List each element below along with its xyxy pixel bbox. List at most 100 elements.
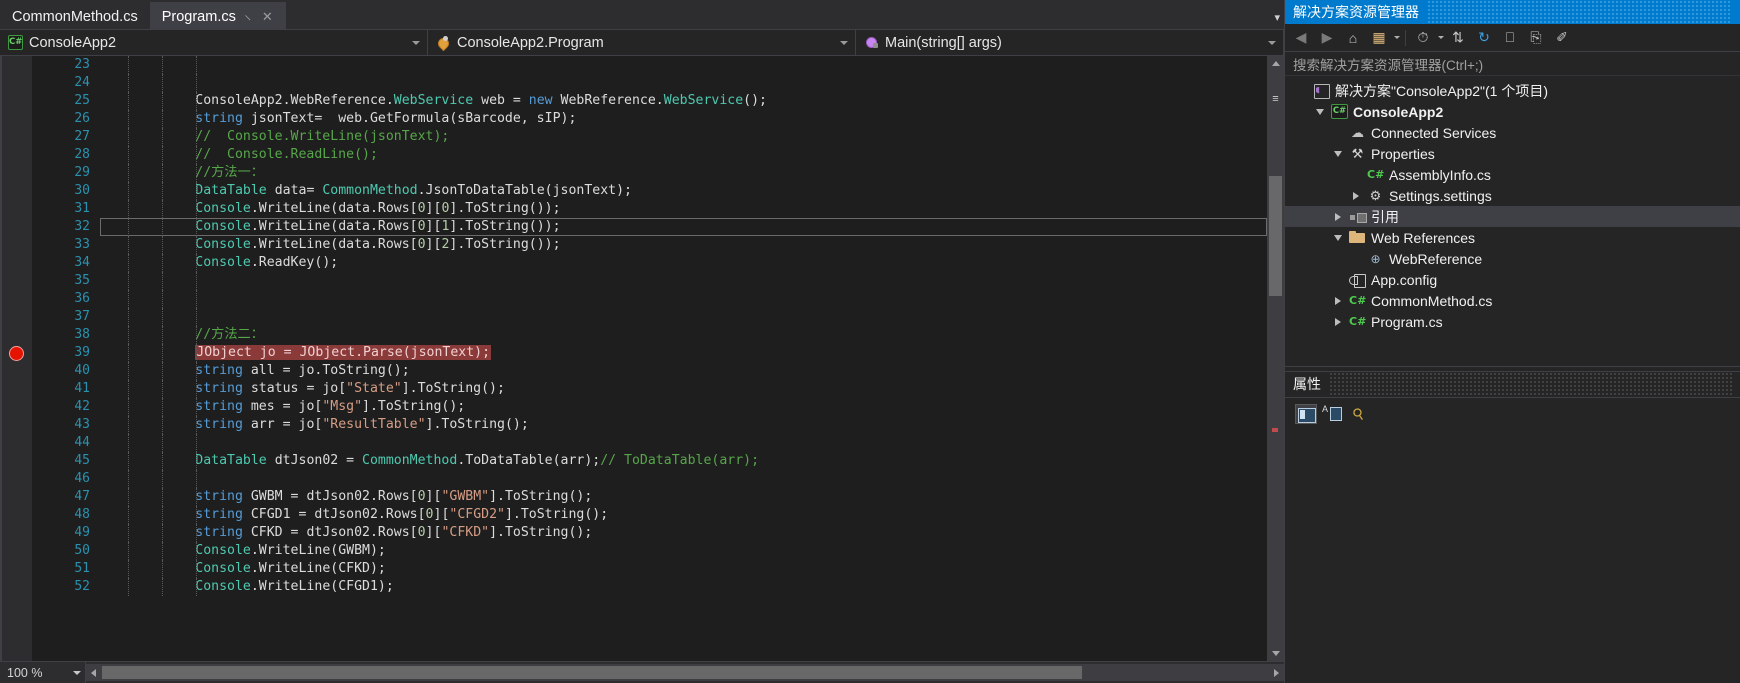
breakpoint-margin[interactable] [0,56,32,661]
code-line[interactable] [100,434,1267,452]
alphabetical-view-icon[interactable] [1321,404,1343,424]
tree-item-assemblyinfo-cs[interactable]: C# AssemblyInfo.cs [1285,164,1740,185]
pending-changes-icon[interactable]: ⏱ [1411,27,1435,49]
expand-arrow-down-icon[interactable] [1331,151,1344,157]
line-number: 31 [74,201,90,216]
code-line[interactable] [100,272,1267,290]
chevron-down-icon[interactable] [840,40,848,45]
tree-item-[interactable]: 引用 [1285,206,1740,227]
expand-arrow-right-icon[interactable] [1349,192,1362,200]
properties-drag-grip[interactable] [1329,371,1732,397]
code-line[interactable]: Console.WriteLine(data.Rows[0][0].ToStri… [100,200,1267,236]
scroll-left-button[interactable] [91,668,96,677]
code-line[interactable]: string mes = jo["Msg"].ToString(); [100,398,1267,416]
refresh-icon[interactable]: ↻ [1472,27,1496,49]
code-line[interactable]: Console.WriteLine(CFGD1); [100,578,1267,596]
tree-item-consoleapp2-1[interactable]: 解决方案"ConsoleApp2"(1 个项目) [1285,80,1740,101]
code-line[interactable]: Console.WriteLine(CFKD); [100,560,1267,578]
type-dropdown[interactable]: ConsoleApp2.Program [428,30,856,55]
tree-item-connected-services[interactable]: ☁ Connected Services [1285,122,1740,143]
scroll-up-button[interactable] [1267,56,1284,73]
code-line[interactable]: Console.WriteLine(data.Rows[0][2].ToStri… [100,236,1267,254]
chevron-down-icon[interactable] [1438,36,1444,39]
expand-arrow-right-icon[interactable] [1331,318,1344,326]
code-line[interactable]: string jsonText= web.GetFormula(sBarcode… [100,110,1267,128]
categorized-view-icon[interactable] [1295,403,1317,424]
indent-guide [162,488,163,506]
code-line[interactable]: JObject jo = JObject.Parse(jsonText); [100,344,1267,362]
chevron-down-icon[interactable] [1268,40,1276,45]
solution-explorer-title-bar[interactable]: 解决方案资源管理器 [1285,0,1740,24]
panel-drag-grip[interactable] [1427,0,1732,24]
tree-item-properties[interactable]: ⚒ Properties [1285,143,1740,164]
code-text-area[interactable]: ConsoleApp2.WebReference.WebService web … [100,56,1267,661]
code-line-text: Console.WriteLine(data.Rows[0][0].ToStri… [100,201,560,216]
home-icon[interactable]: ⌂ [1341,27,1365,49]
scroll-down-button[interactable] [1267,644,1284,661]
project-dropdown[interactable]: C# ConsoleApp2 [0,30,428,55]
collapse-all-icon[interactable]: ⎕ [1498,27,1522,49]
code-line[interactable]: Console.WriteLine(data.Rows[0][1].ToStri… [100,218,1267,236]
code-line[interactable]: // Console.ReadLine(); [100,146,1267,164]
code-line[interactable] [100,470,1267,488]
code-line[interactable] [100,308,1267,326]
chevron-down-icon[interactable] [73,670,81,675]
tree-item-program-cs[interactable]: C# Program.cs [1285,311,1740,332]
expand-arrow-down-icon[interactable] [1313,109,1326,115]
code-line[interactable]: string CFKD = dtJson02.Rows[0]["CFKD"].T… [100,524,1267,542]
zoom-level-dropdown[interactable]: 100 % [0,662,86,683]
editor-status-bar: 100 % [0,661,1284,683]
code-line[interactable]: string status = jo["State"].ToString(); [100,380,1267,398]
pin-icon[interactable]: – [240,8,258,26]
chevron-down-icon[interactable] [1394,36,1400,39]
code-line[interactable]: DataTable dtJson02 = CommonMethod.ToData… [100,452,1267,470]
code-line[interactable]: string arr = jo["ResultTable"].ToString(… [100,416,1267,434]
tab-commonmethod-cs[interactable]: CommonMethod.cs [0,2,150,30]
properties-icon[interactable]: ⚲ [1347,404,1369,424]
close-icon[interactable]: ✕ [261,10,274,23]
sync-with-active-document-icon[interactable]: ⇅ [1446,27,1470,49]
editor-vertical-scrollbar[interactable] [1267,56,1284,661]
code-line[interactable]: string GWBM = dtJson02.Rows[0]["GWBM"].T… [100,488,1267,506]
code-line[interactable]: string CFGD1 = dtJson02.Rows[0]["CFGD2"]… [100,506,1267,524]
code-line[interactable]: //方法一： [100,164,1267,182]
code-line[interactable]: Console.ReadKey(); [100,254,1267,272]
member-dropdown[interactable]: Main(string[] args) [856,30,1284,55]
hscrollbar-thumb[interactable] [102,666,1082,679]
code-line[interactable]: // Console.WriteLine(jsonText); [100,128,1267,146]
show-all-files-icon[interactable]: ▦ [1367,27,1391,49]
tree-item-settings-settings[interactable]: ⚙ Settings.settings [1285,185,1740,206]
scrollbar-thumb[interactable] [1269,176,1282,296]
tree-item-consoleapp2[interactable]: C# ConsoleApp2 [1285,101,1740,122]
tree-item-app-config[interactable]: App.config [1285,269,1740,290]
back-icon[interactable]: ◀ [1289,27,1313,49]
forward-icon[interactable]: ▶ [1315,27,1339,49]
solution-tree[interactable]: 解决方案"ConsoleApp2"(1 个项目) C# ConsoleApp2 ☁ Co… [1285,76,1740,366]
properties-window-icon[interactable]: ⎘ [1524,27,1548,49]
code-line[interactable]: ConsoleApp2.WebReference.WebService web … [100,92,1267,110]
solution-explorer-search-input[interactable]: 搜索解决方案资源管理器(Ctrl+;) [1285,52,1740,76]
tree-item-web-references[interactable]: Web References [1285,227,1740,248]
tab-program-cs[interactable]: Program.cs – ✕ [149,2,286,30]
tree-item-commonmethod-cs[interactable]: C# CommonMethod.cs [1285,290,1740,311]
breakpoint-glyph[interactable] [9,346,24,361]
scroll-right-button[interactable] [1274,668,1279,677]
editor-split-handle[interactable]: ≡ [1267,86,1284,112]
expand-arrow-down-icon[interactable] [1331,235,1344,241]
code-line[interactable]: string all = jo.ToString(); [100,362,1267,380]
tree-item-webreference[interactable]: ⊕ WebReference [1285,248,1740,269]
code-line[interactable] [100,74,1267,92]
expand-arrow-right-icon[interactable] [1331,297,1344,305]
view-code-icon[interactable]: ✐ [1550,27,1574,49]
code-editor[interactable]: 23 24 25 26 27 28 29 30 31 32 33 34 35 36 37 38 39 40 41 42… [0,56,1284,661]
chevron-down-icon[interactable] [412,40,420,45]
code-line[interactable]: //方法二： [100,326,1267,344]
properties-panel-title-bar[interactable]: 属性 [1285,371,1740,398]
code-line[interactable]: Console.WriteLine(GWBM); [100,542,1267,560]
editor-horizontal-scrollbar[interactable] [86,664,1284,681]
code-line[interactable] [100,56,1267,74]
code-line[interactable] [100,290,1267,308]
code-line[interactable]: DataTable data= CommonMethod.JsonToDataT… [100,182,1267,200]
tab-overflow-chevron-down-icon[interactable]: ▾ [1274,11,1280,24]
expand-arrow-right-icon[interactable] [1331,213,1344,221]
